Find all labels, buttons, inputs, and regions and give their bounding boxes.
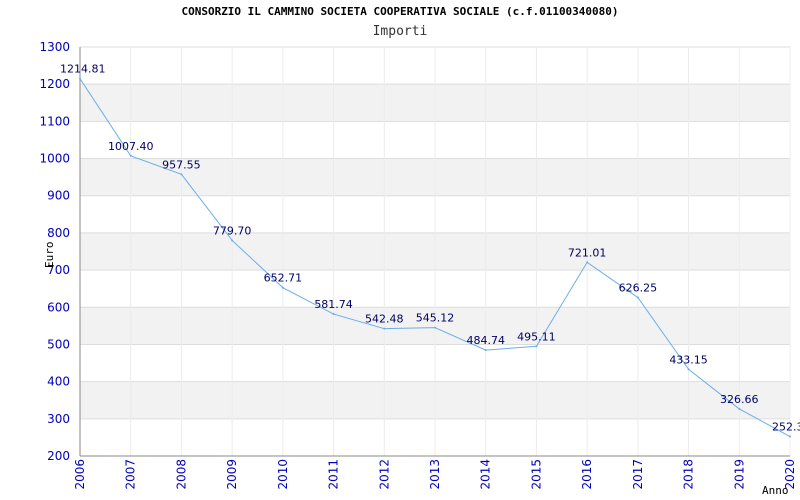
x-tick-label: 2013 xyxy=(428,459,442,490)
line-chart: 2003004005006007008009001000110012001300… xyxy=(39,40,800,497)
y-tick-label: 600 xyxy=(47,300,70,314)
data-label: 542.48 xyxy=(365,313,404,326)
x-tick-label: 2014 xyxy=(479,459,493,490)
y-tick-label: 1100 xyxy=(39,114,70,128)
x-tick-label: 2017 xyxy=(631,459,645,490)
x-tick-label: 2012 xyxy=(377,459,391,490)
data-label: 721.01 xyxy=(568,246,607,259)
y-tick-label: 400 xyxy=(47,375,70,389)
data-label: 779.70 xyxy=(213,224,252,237)
x-tick-label: 2016 xyxy=(580,459,594,490)
x-tick-label: 2010 xyxy=(276,459,290,490)
x-tick-label: 2008 xyxy=(174,459,188,490)
y-tick-label: 900 xyxy=(47,189,70,203)
x-tick-label: 2007 xyxy=(124,459,138,490)
data-label: 326.66 xyxy=(720,393,759,406)
y-tick-label: 800 xyxy=(47,226,70,240)
y-tick-label: 500 xyxy=(47,337,70,351)
data-point xyxy=(231,239,234,242)
data-point xyxy=(789,435,791,438)
data-label: 626.25 xyxy=(619,282,658,295)
x-axis-label: Anno xyxy=(762,484,789,497)
data-label: 1007.40 xyxy=(108,140,154,153)
x-tick-label: 2019 xyxy=(732,459,746,490)
data-point xyxy=(738,407,741,410)
data-point xyxy=(535,345,538,348)
data-point xyxy=(79,77,81,80)
y-tick-label: 300 xyxy=(47,412,70,426)
x-tick-label: 2006 xyxy=(73,459,87,490)
data-point xyxy=(636,296,639,299)
y-tick-label: 200 xyxy=(47,449,70,463)
data-point xyxy=(383,327,386,330)
x-tick-label: 2015 xyxy=(529,459,543,490)
x-tick-label: 2011 xyxy=(327,459,341,490)
x-tick-label: 2009 xyxy=(225,459,239,490)
data-label: 252.3 xyxy=(772,421,800,434)
data-label: 581.74 xyxy=(314,298,353,311)
data-label: 652.71 xyxy=(264,272,303,285)
y-axis-label: Euro xyxy=(43,242,56,269)
data-label: 495.11 xyxy=(517,330,556,343)
data-point xyxy=(586,261,589,264)
y-tick-label: 1000 xyxy=(39,152,70,166)
data-point xyxy=(129,154,132,157)
data-label: 484.74 xyxy=(466,334,505,347)
data-point xyxy=(484,349,487,352)
data-point xyxy=(281,286,284,289)
x-tick-labels: 2006 2007 2008 2009 2010 2011 2012 2013 2014 2015… xyxy=(73,459,797,490)
data-label: 545.12 xyxy=(416,312,455,325)
data-point xyxy=(687,368,690,371)
data-point xyxy=(180,173,183,176)
y-tick-label: 1200 xyxy=(39,77,70,91)
y-tick-label: 1300 xyxy=(39,40,70,54)
data-point xyxy=(434,326,436,329)
data-label: 957.55 xyxy=(162,158,201,171)
data-point xyxy=(332,313,335,316)
data-label: 433.15 xyxy=(669,353,708,366)
x-tick-label: 2018 xyxy=(682,459,696,490)
data-label: 1214.81 xyxy=(60,63,106,76)
